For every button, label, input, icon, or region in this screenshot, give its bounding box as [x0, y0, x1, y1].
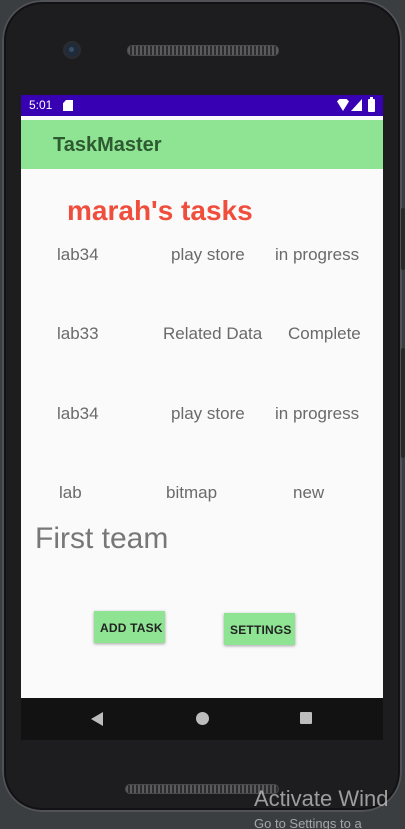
task-title[interactable]: lab34 [57, 245, 99, 265]
wifi-icon [337, 99, 349, 111]
task-body[interactable]: bitmap [166, 483, 217, 503]
app-title: TaskMaster [53, 134, 162, 156]
app-screen: 5:01 TaskMaster marah's tasks lab34 play… [21, 95, 383, 698]
volume-button [401, 348, 405, 458]
home-icon[interactable] [196, 712, 209, 725]
recents-icon[interactable] [300, 712, 312, 724]
user-tasks-heading: marah's tasks [67, 195, 253, 226]
activation-watermark-title: Activate Wind [254, 786, 389, 811]
system-nav-bar [21, 698, 383, 740]
front-camera-icon [65, 43, 79, 57]
add-task-button[interactable]: ADD TASK [94, 611, 165, 643]
earpiece-speaker [127, 45, 279, 56]
status-time: 5:01 [29, 98, 53, 112]
power-button [401, 208, 405, 270]
back-icon[interactable] [91, 712, 103, 726]
settings-button[interactable]: SETTINGS [224, 613, 295, 645]
task-body[interactable]: play store [171, 404, 245, 424]
task-body[interactable]: play store [171, 245, 245, 265]
battery-icon [368, 97, 375, 112]
sd-card-icon [63, 100, 73, 111]
signal-icon [351, 99, 362, 111]
task-title[interactable]: lab [59, 483, 82, 503]
task-state[interactable]: in progress [275, 245, 359, 265]
task-state[interactable]: in progress [275, 404, 359, 424]
task-title[interactable]: lab34 [57, 404, 99, 424]
status-bar: 5:01 [21, 95, 383, 116]
task-title[interactable]: lab33 [57, 324, 99, 344]
task-state[interactable]: Complete [288, 324, 361, 344]
device-frame: 5:01 TaskMaster marah's tasks lab34 play… [0, 0, 405, 829]
team-name: First team [35, 522, 169, 555]
app-bar: TaskMaster [21, 120, 383, 169]
task-body[interactable]: Related Data [163, 324, 262, 344]
activation-watermark-subtitle: Go to Settings to a [254, 816, 362, 829]
task-state[interactable]: new [293, 483, 324, 503]
